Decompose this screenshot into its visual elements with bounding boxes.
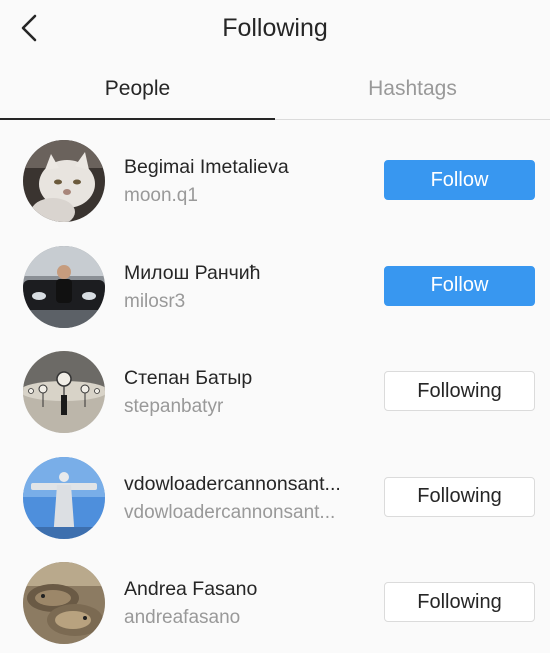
list-item[interactable]: Степан Батыр stepanbatyr Following <box>0 339 550 445</box>
user-name: Степан Батыр <box>124 367 253 389</box>
tab-bar: People Hashtags <box>0 58 550 120</box>
user-name: Begimai Imetalieva <box>124 156 289 178</box>
username: vdowloadercannonsant... <box>124 501 336 523</box>
user-name: vdowloadercannonsant... <box>124 472 341 495</box>
list-item[interactable]: Begimai Imetalieva moon.q1 Follow <box>0 128 550 234</box>
username: andreafasano <box>124 607 241 628</box>
avatar-image-cat <box>23 140 105 222</box>
username: milosr3 <box>124 290 186 312</box>
avatar[interactable] <box>23 140 105 222</box>
following-button[interactable]: Following <box>384 476 535 517</box>
avatar-image-surreal <box>23 351 105 433</box>
avatar-image-car <box>23 245 105 328</box>
user-name: Милош Ранчић <box>124 261 261 284</box>
following-button[interactable]: Following <box>384 582 535 622</box>
avatar-image-cats <box>23 562 105 644</box>
username: moon.q1 <box>124 185 198 206</box>
following-button[interactable]: Following <box>384 371 535 411</box>
username: stepanbatyr <box>124 396 224 417</box>
tab-hashtags[interactable]: Hashtags <box>275 58 550 120</box>
follow-button[interactable]: Follow <box>384 265 535 306</box>
header: Following <box>0 0 550 58</box>
following-screen: Following People Hashtags Begimai Imetal… <box>0 0 550 653</box>
avatar[interactable] <box>23 245 105 328</box>
people-list[interactable]: Begimai Imetalieva moon.q1 Follow Милош … <box>0 128 550 653</box>
avatar[interactable] <box>23 562 105 644</box>
avatar[interactable] <box>23 456 105 539</box>
page-title: Following <box>222 14 328 42</box>
list-item[interactable]: vdowloadercannonsant... vdowloadercannon… <box>0 445 550 551</box>
active-tab-indicator <box>0 118 275 120</box>
list-item[interactable]: Милош Ранчић milosr3 Follow <box>0 234 550 340</box>
avatar[interactable] <box>23 351 105 433</box>
avatar-image-statue <box>23 456 105 539</box>
follow-button[interactable]: Follow <box>384 160 535 200</box>
list-item[interactable]: Andrea Fasano andreafasano Following <box>0 550 550 653</box>
tab-people[interactable]: People <box>0 58 275 120</box>
user-name: Andrea Fasano <box>124 578 258 600</box>
